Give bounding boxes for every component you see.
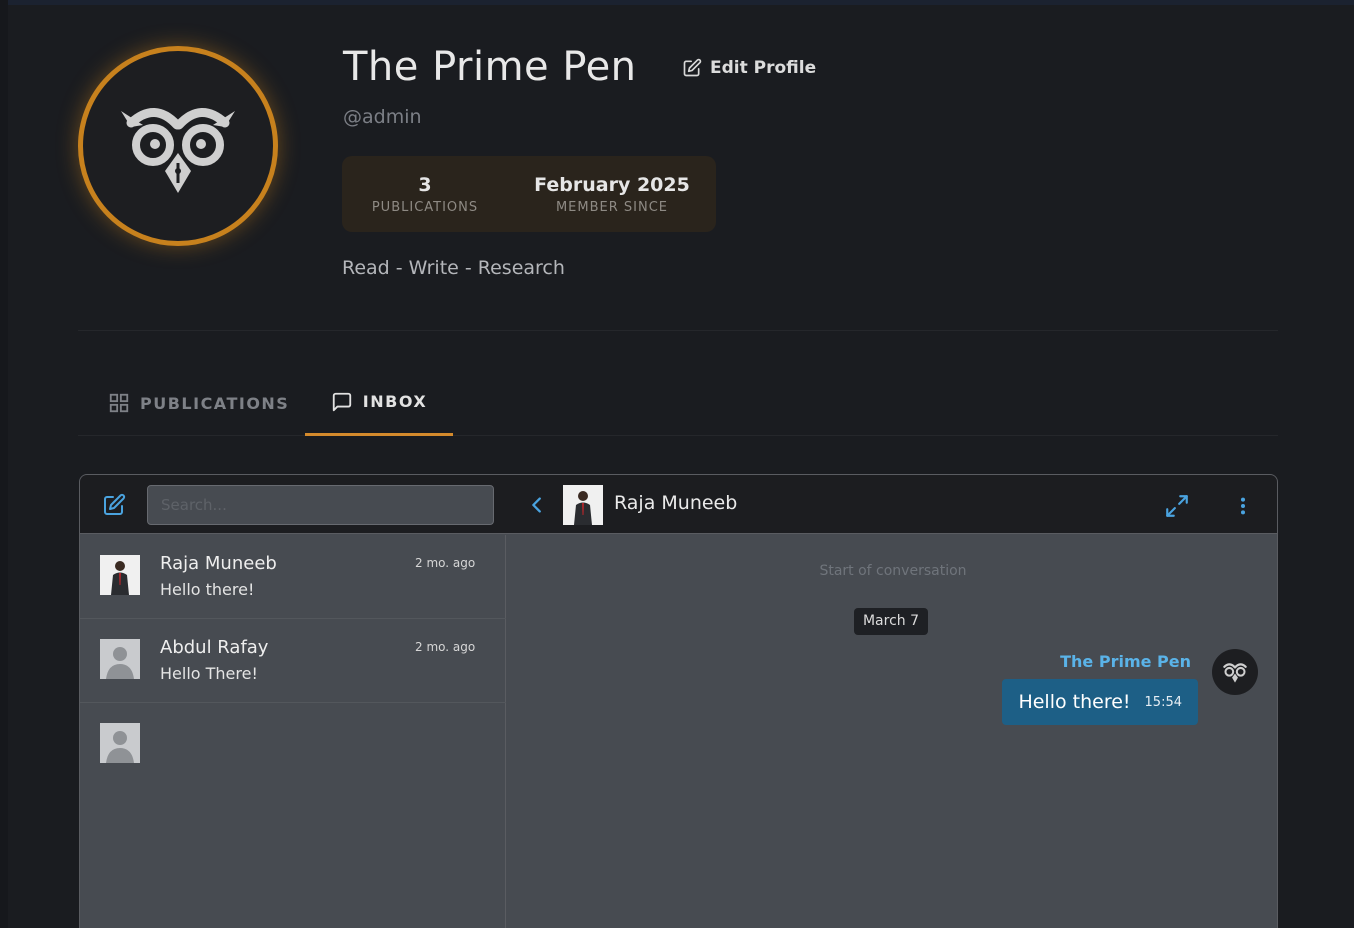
date-separator: March 7	[854, 608, 928, 635]
person-photo-icon	[563, 485, 603, 525]
message-sender-avatar	[1212, 649, 1258, 695]
left-edge	[0, 0, 8, 928]
person-photo-icon	[100, 555, 140, 595]
user-placeholder-icon	[100, 639, 140, 679]
profile-tabs: PUBLICATIONS INBOX	[78, 370, 1278, 436]
profile-handle: @admin	[343, 106, 422, 128]
stat-value: February 2025	[534, 173, 690, 196]
chat-contact-name: Raja Muneeb	[614, 492, 738, 514]
profile-bio: Read - Write - Research	[342, 257, 565, 279]
conversation-name: Raja Muneeb	[160, 553, 277, 574]
edit-profile-label: Edit Profile	[710, 58, 817, 78]
owl-pen-logo-icon	[121, 108, 235, 193]
profile-stats: 3 PUBLICATIONS February 2025 MEMBER SINC…	[342, 156, 716, 232]
message-text: Hello there!	[1018, 691, 1131, 713]
conversation-name: Abdul Rafay	[160, 637, 269, 658]
conversation-avatar	[100, 639, 140, 679]
compose-icon[interactable]	[102, 493, 126, 517]
user-placeholder-icon	[100, 723, 140, 763]
conversation-list: Raja Muneeb Hello there! 2 mo. ago Abdul…	[80, 535, 506, 928]
tab-label: PUBLICATIONS	[140, 393, 290, 413]
section-divider	[78, 330, 1278, 331]
conversation-avatar	[100, 723, 140, 763]
stat-member-since: February 2025 MEMBER SINCE	[508, 174, 716, 215]
grid-icon	[109, 393, 129, 413]
conversation-preview: Hello There!	[160, 664, 258, 683]
conversation-preview: Hello there!	[160, 580, 255, 599]
inbox-panel: Raja Muneeb Raja Muneeb Hello there! 2 m…	[79, 474, 1278, 928]
chat-contact-avatar	[563, 485, 603, 525]
expand-icon[interactable]	[1164, 493, 1190, 519]
tab-inbox[interactable]: INBOX	[305, 370, 453, 436]
message-time: 15:54	[1144, 694, 1182, 710]
message-bubble[interactable]: Hello there! 15:54	[1002, 679, 1198, 725]
stat-label: PUBLICATIONS	[371, 199, 479, 215]
conversation-time: 2 mo. ago	[415, 640, 476, 654]
top-bar	[0, 0, 1354, 5]
chat-bubble-icon	[332, 392, 351, 411]
conversation-time: 2 mo. ago	[415, 556, 476, 570]
profile-name: The Prime Pen	[343, 44, 637, 90]
search-input[interactable]	[147, 485, 494, 525]
stat-value: 3	[418, 173, 432, 196]
more-vertical-icon[interactable]	[1232, 493, 1254, 519]
conversation-item[interactable]	[80, 703, 506, 787]
conversation-avatar	[100, 555, 140, 595]
stat-publications: 3 PUBLICATIONS	[342, 174, 508, 215]
conversation-item[interactable]: Abdul Rafay Hello There! 2 mo. ago	[80, 619, 506, 703]
start-of-conversation: Start of conversation	[819, 563, 967, 579]
edit-icon	[683, 58, 702, 77]
tab-label: INBOX	[362, 392, 428, 411]
chevron-left-icon[interactable]	[526, 493, 548, 517]
message-sender-name: The Prime Pen	[1060, 652, 1191, 671]
conversation-item[interactable]: Raja Muneeb Hello there! 2 mo. ago	[80, 535, 506, 619]
inbox-header: Raja Muneeb	[80, 475, 1277, 534]
owl-pen-logo-icon	[1223, 663, 1247, 683]
profile-avatar	[78, 46, 278, 246]
chat-pane: Start of conversation March 7 The Prime …	[507, 535, 1277, 928]
edit-profile-button[interactable]: Edit Profile	[682, 58, 816, 78]
stat-label: MEMBER SINCE	[555, 199, 669, 215]
tab-publications[interactable]: PUBLICATIONS	[108, 370, 289, 436]
